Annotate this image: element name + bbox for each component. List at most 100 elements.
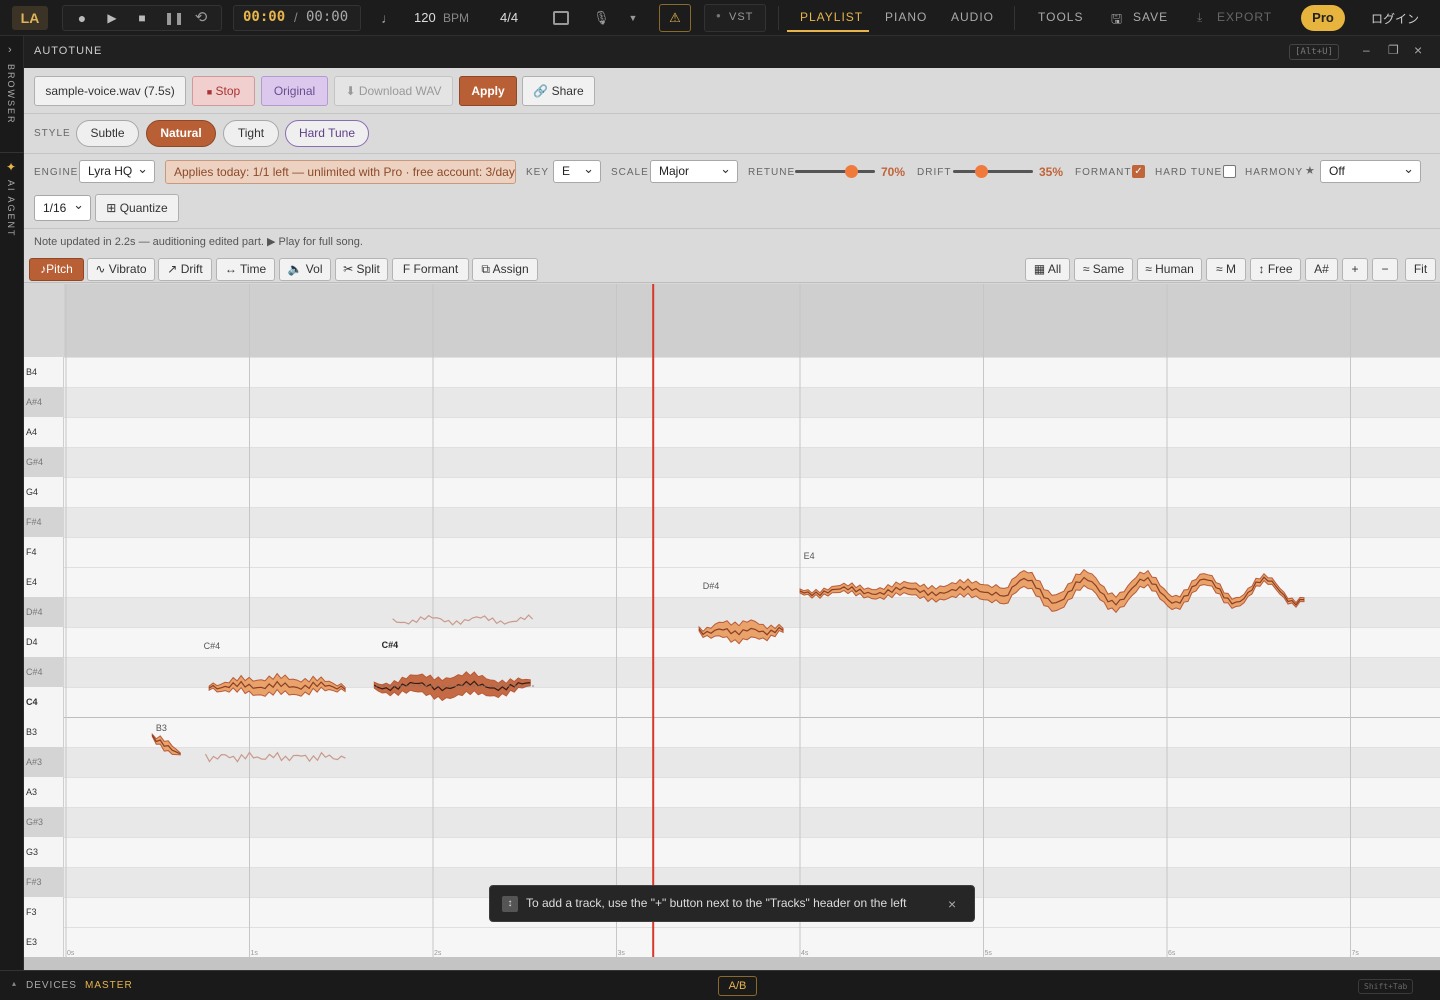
fit-button[interactable]: Fit [1405, 258, 1436, 281]
stop-button[interactable]: ■ Stop [192, 76, 255, 106]
piano-key-g3[interactable]: G3 [24, 837, 64, 867]
piano-key-d4[interactable]: D4 [24, 627, 64, 657]
tab-active-indicator [787, 30, 869, 32]
image-icon[interactable] [553, 11, 569, 25]
microphone-icon[interactable]: 🎙 [593, 10, 610, 26]
humanize-button[interactable]: ≈ Human [1137, 258, 1202, 281]
export-button[interactable]: EXPORT [1217, 0, 1272, 32]
piano-key-b3[interactable]: B3 [24, 717, 64, 747]
master-tab[interactable]: MASTER [85, 980, 133, 991]
piano-key-f4[interactable]: F4 [24, 537, 64, 567]
drift-value: 35% [1039, 165, 1064, 179]
app-logo[interactable]: LA [12, 6, 48, 30]
m-button[interactable]: ≈ M [1206, 258, 1246, 281]
caret-up-icon[interactable]: ▴ [12, 979, 16, 988]
time-signature[interactable]: 4/4 [500, 10, 518, 25]
pro-button[interactable]: Pro [1301, 5, 1345, 31]
piano-key-fs4[interactable]: F#4 [24, 507, 64, 537]
tools-menu[interactable]: TOOLS [1038, 0, 1083, 32]
piano-key-as3[interactable]: A#3 [24, 747, 64, 777]
horizontal-scrollbar[interactable] [24, 957, 1440, 970]
engine-select[interactable]: Lyra HQ [79, 158, 155, 183]
pitch-editor[interactable]: B4 A#4 A4 G#4 G4 F#4 F4 E4 D#4 D4 C#4 C4 B3 A#3 A3 G#3 G… [24, 284, 1440, 957]
share-button[interactable]: 🔗 Share [522, 76, 595, 106]
grid-select[interactable]: 1/16 [34, 193, 91, 221]
piano-key-f3[interactable]: F3 [24, 897, 64, 927]
note-grid[interactable]: 0s 1s 2s 3s 4s 5s 6s 7s B3 C#4 C#4 D#4 E4 [64, 284, 1440, 957]
harmony-select[interactable]: Off [1320, 158, 1421, 183]
drift-slider-knob[interactable] [975, 165, 988, 178]
zoom-out-button[interactable]: − [1372, 258, 1398, 281]
toast-close-icon[interactable]: × [948, 887, 956, 922]
style-natural[interactable]: Natural [146, 120, 216, 147]
style-hard-tune[interactable]: Hard Tune [285, 120, 369, 147]
save-button[interactable]: SAVE [1133, 0, 1168, 32]
minimize-icon[interactable]: – [1363, 43, 1370, 57]
login-link[interactable]: ログイン [1371, 10, 1419, 27]
piano-key-gs4[interactable]: G#4 [24, 447, 64, 477]
style-subtle[interactable]: Subtle [76, 120, 139, 147]
tool-time[interactable]: ↔ Time [216, 258, 275, 281]
retune-slider[interactable] [795, 165, 875, 178]
piano-key-e4[interactable]: E4 [24, 567, 64, 597]
zoom-in-button[interactable]: + [1342, 258, 1368, 281]
tool-assign[interactable]: ⧉ Assign [472, 258, 538, 281]
retune-slider-knob[interactable] [845, 165, 858, 178]
sharp-button[interactable]: A# [1305, 258, 1338, 281]
piano-key-gs3[interactable]: G#3 [24, 807, 64, 837]
ab-compare-button[interactable]: A/B [718, 976, 757, 996]
style-label: STYLE [34, 128, 71, 139]
pitch-row [64, 447, 1440, 477]
piano-key-ds4[interactable]: D#4 [24, 597, 64, 627]
loop-icon[interactable]: ⟲ [193, 10, 209, 26]
grid-canvas[interactable]: 0s 1s 2s 3s 4s 5s 6s 7s B3 C#4 C#4 D#4 E4 [64, 284, 1440, 957]
quantize-button[interactable]: ⊞ Quantize [95, 194, 179, 222]
piano-key-fs3[interactable]: F#3 [24, 867, 64, 897]
piano-key-c4[interactable]: C4 [24, 687, 64, 717]
tool-formant[interactable]: F Formant [392, 258, 469, 281]
tab-audio[interactable]: AUDIO [951, 0, 994, 32]
select-all-button[interactable]: ▦ All [1025, 258, 1070, 281]
record-icon[interactable]: ● [74, 10, 90, 26]
piano-key-a3[interactable]: A3 [24, 777, 64, 807]
file-button[interactable]: sample-voice.wav (7.5s) [34, 76, 186, 106]
tool-split[interactable]: ✂ Split [335, 258, 388, 281]
stop-icon[interactable]: ■ [134, 10, 150, 26]
tool-vibrato[interactable]: ∿ Vibrato [87, 258, 155, 281]
maximize-icon[interactable]: ❐ [1388, 43, 1399, 57]
formant-checkbox[interactable]: ✓ [1132, 165, 1145, 178]
chevron-down-icon[interactable]: ▼ [625, 10, 641, 26]
download-wav-button[interactable]: ⬇ Download WAV [334, 76, 453, 106]
play-icon[interactable]: ▶ [104, 10, 120, 26]
piano-key-a4[interactable]: A4 [24, 417, 64, 447]
free-button[interactable]: ↕ Free [1250, 258, 1301, 281]
select-same-button[interactable]: ≈ Same [1074, 258, 1133, 281]
hardtune-checkbox[interactable] [1223, 165, 1236, 178]
piano-key-e3[interactable]: E3 [24, 927, 64, 957]
key-select[interactable]: E [553, 158, 601, 183]
tab-playlist[interactable]: PLAYLIST [800, 0, 863, 32]
tab-piano[interactable]: PIANO [885, 0, 927, 32]
chevron-right-icon[interactable]: › [8, 44, 12, 56]
piano-key-cs4[interactable]: C#4 [24, 657, 64, 687]
drift-slider[interactable] [953, 165, 1033, 178]
piano-key-as4[interactable]: A#4 [24, 387, 64, 417]
tool-vol[interactable]: 🔈 Vol [279, 258, 331, 281]
sidebar-agent-tab[interactable]: AI AGENT [6, 180, 16, 238]
scale-select[interactable]: Major [650, 158, 738, 183]
piano-key-b4[interactable]: B4 [24, 357, 64, 387]
bpm-value[interactable]: 120 [414, 10, 436, 25]
close-icon[interactable]: × [1414, 42, 1422, 58]
piano-key-g4[interactable]: G4 [24, 477, 64, 507]
original-button[interactable]: Original [261, 76, 328, 106]
status-message: Note updated in 2.2s — auditioning edite… [34, 236, 363, 248]
pause-icon[interactable]: ❚❚ [164, 10, 184, 26]
metronome-icon[interactable]: ♩ [380, 10, 396, 26]
sidebar-browser-tab[interactable]: BROWSER [6, 64, 16, 125]
apply-button[interactable]: Apply [459, 76, 517, 106]
warning-button[interactable]: ⚠ [659, 4, 691, 32]
style-tight[interactable]: Tight [223, 120, 279, 147]
tool-drift[interactable]: ↗ Drift [158, 258, 212, 281]
tool-pitch[interactable]: ♪Pitch [29, 258, 84, 281]
devices-tab[interactable]: DEVICES [26, 980, 77, 991]
